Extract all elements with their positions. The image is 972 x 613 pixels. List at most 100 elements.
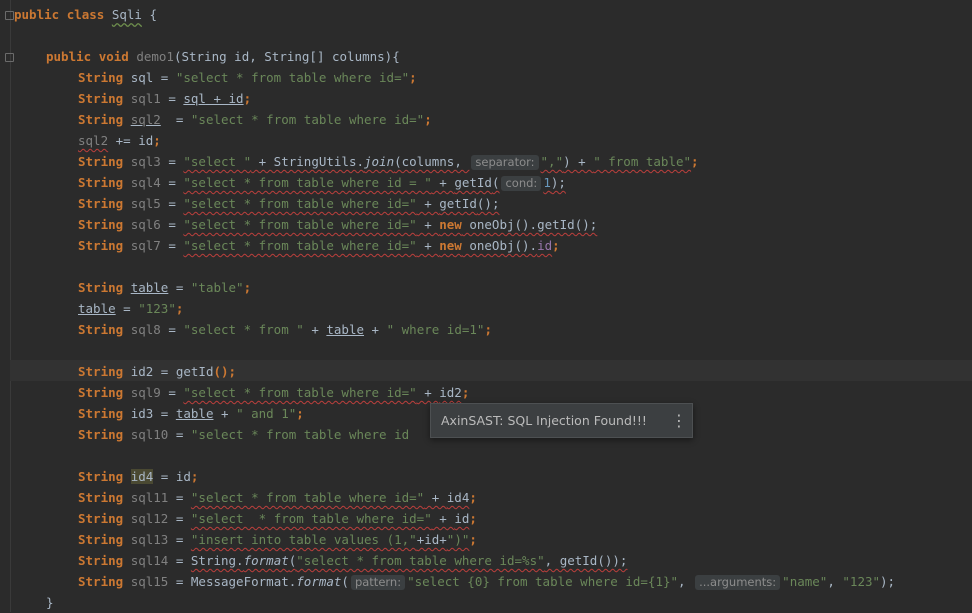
string: "select {0} from table where id={1}"	[407, 574, 679, 589]
code-line[interactable]: String sql9 = "select * from table where…	[78, 382, 469, 403]
more-vert-icon[interactable]: ⋮	[666, 411, 692, 430]
params: (String id, String[] columns){	[173, 49, 400, 64]
code-text: ) +	[563, 154, 594, 169]
keyword: class	[66, 7, 105, 22]
string: "select * from table where id="	[183, 196, 417, 211]
code-line[interactable]: String sql5 = "select * from table where…	[78, 193, 499, 214]
variable: sql2	[78, 133, 109, 148]
operator: =	[153, 406, 176, 421]
code-line[interactable]: String sql11 = "select * from table wher…	[78, 487, 477, 508]
variable: id	[138, 133, 154, 148]
operator: +	[416, 217, 440, 232]
code-text: );	[550, 175, 566, 190]
code-line[interactable]: String sql2 = "select * from table where…	[78, 109, 432, 130]
sast-tooltip[interactable]: AxinSAST: SQL Injection Found!!! ⋮	[430, 403, 693, 438]
variable: table	[175, 406, 214, 421]
brace: }	[46, 595, 54, 610]
type: String	[78, 70, 124, 85]
variable: sql11	[130, 490, 169, 505]
string: " where id=1"	[386, 322, 485, 337]
operator: =	[160, 196, 184, 211]
semicolon: ;	[190, 469, 199, 484]
code-line[interactable]: String sql10 = "select * from table wher…	[78, 424, 409, 445]
variable: sql	[130, 70, 154, 85]
code-line[interactable]: String sql1 = sql + id;	[78, 88, 251, 109]
code-line[interactable]: String sql3 = "select " + StringUtils.jo…	[78, 151, 699, 172]
string: "select * from table where id="	[190, 490, 425, 505]
code-line[interactable]: sql2 += id;	[78, 130, 161, 151]
operator: =	[168, 511, 191, 526]
code-line[interactable]: String sql6 = "select * from table where…	[78, 214, 597, 235]
code-text: ();	[476, 196, 500, 211]
operator: =	[168, 427, 191, 442]
operator: =	[160, 322, 184, 337]
variable: sql9	[130, 385, 161, 400]
operator: =	[160, 175, 184, 190]
variable: table	[130, 280, 169, 295]
string: "select * from table where id = "	[183, 175, 432, 190]
method-call: getId	[454, 175, 492, 190]
fold-method-icon[interactable]	[5, 53, 14, 62]
variable: sql1	[130, 91, 161, 106]
operator: =	[115, 301, 139, 316]
type: String	[78, 154, 124, 169]
operator: +	[364, 322, 387, 337]
code-line[interactable]: public class Sqli {	[14, 4, 157, 25]
code-text: ,	[827, 574, 843, 589]
string: " and 1"	[236, 406, 297, 421]
code-line[interactable]: String sql8 = "select * from " + table +…	[78, 319, 492, 340]
code-text: (	[491, 175, 500, 190]
type: String	[78, 238, 124, 253]
variable: id2	[439, 385, 462, 400]
code-text: (	[341, 574, 349, 589]
variable: id	[454, 511, 470, 526]
operator: =	[168, 532, 191, 547]
string: ")"	[446, 532, 470, 547]
code-line[interactable]: String sql12 = "select * from table wher…	[78, 508, 477, 529]
type: String	[78, 469, 124, 484]
code-line[interactable]: String sql = "select * from table where …	[78, 67, 417, 88]
string: "select * from table where id="	[190, 112, 425, 127]
semicolon: ;	[424, 112, 432, 127]
keyword: public	[46, 49, 92, 64]
code-line[interactable]: String sql15 = MessageFormat.format(patt…	[78, 571, 895, 592]
code-line[interactable]: public void demo1(String id, String[] co…	[46, 46, 400, 67]
variable: sql14	[130, 553, 169, 568]
code-line[interactable]: String table = "table";	[78, 277, 251, 298]
keyword: new	[439, 238, 462, 253]
code-line[interactable]: String sql14 = String.format("select * f…	[78, 550, 627, 571]
type: String	[78, 406, 124, 421]
code-line[interactable]: String sql13 = "insert into table values…	[78, 529, 477, 550]
string: " from table"	[593, 154, 692, 169]
variable: sql15	[130, 574, 169, 589]
code-line[interactable]: String id4 = id;	[78, 466, 198, 487]
code-text: (columns,	[394, 154, 470, 169]
code-line[interactable]: }	[46, 592, 54, 613]
semicolon: ();	[213, 364, 237, 379]
code-line[interactable]: String sql7 = "select * from table where…	[78, 235, 560, 256]
code-text: MessageFormat.	[190, 574, 297, 589]
semicolon: ;	[153, 133, 161, 148]
string: "123"	[842, 574, 881, 589]
operator: +	[416, 196, 440, 211]
variable: id3	[130, 406, 154, 421]
operator: =	[160, 91, 184, 106]
operator: =	[168, 280, 191, 295]
code-line[interactable]: String id3 = table + " and 1";	[78, 403, 304, 424]
string: "select * from table where id="	[183, 238, 417, 253]
string: "select "	[183, 154, 252, 169]
param-hint: ...arguments:	[695, 575, 781, 590]
param-hint: pattern:	[350, 575, 406, 590]
semicolon: ;	[691, 154, 699, 169]
brace: {	[149, 7, 158, 22]
class-name: Sqli	[111, 7, 142, 22]
code-editor[interactable]: public class Sqli { public void demo1(St…	[0, 0, 972, 612]
code-line[interactable]: String id2 = getId();	[78, 361, 236, 382]
variable: id4	[130, 469, 154, 484]
fold-class-icon[interactable]	[5, 11, 14, 20]
code-line[interactable]: table = "123";	[78, 298, 183, 319]
variable: table	[78, 301, 116, 316]
operator: =	[160, 385, 184, 400]
code-line[interactable]: String sql4 = "select * from table where…	[78, 172, 566, 193]
operator: =	[160, 112, 191, 127]
